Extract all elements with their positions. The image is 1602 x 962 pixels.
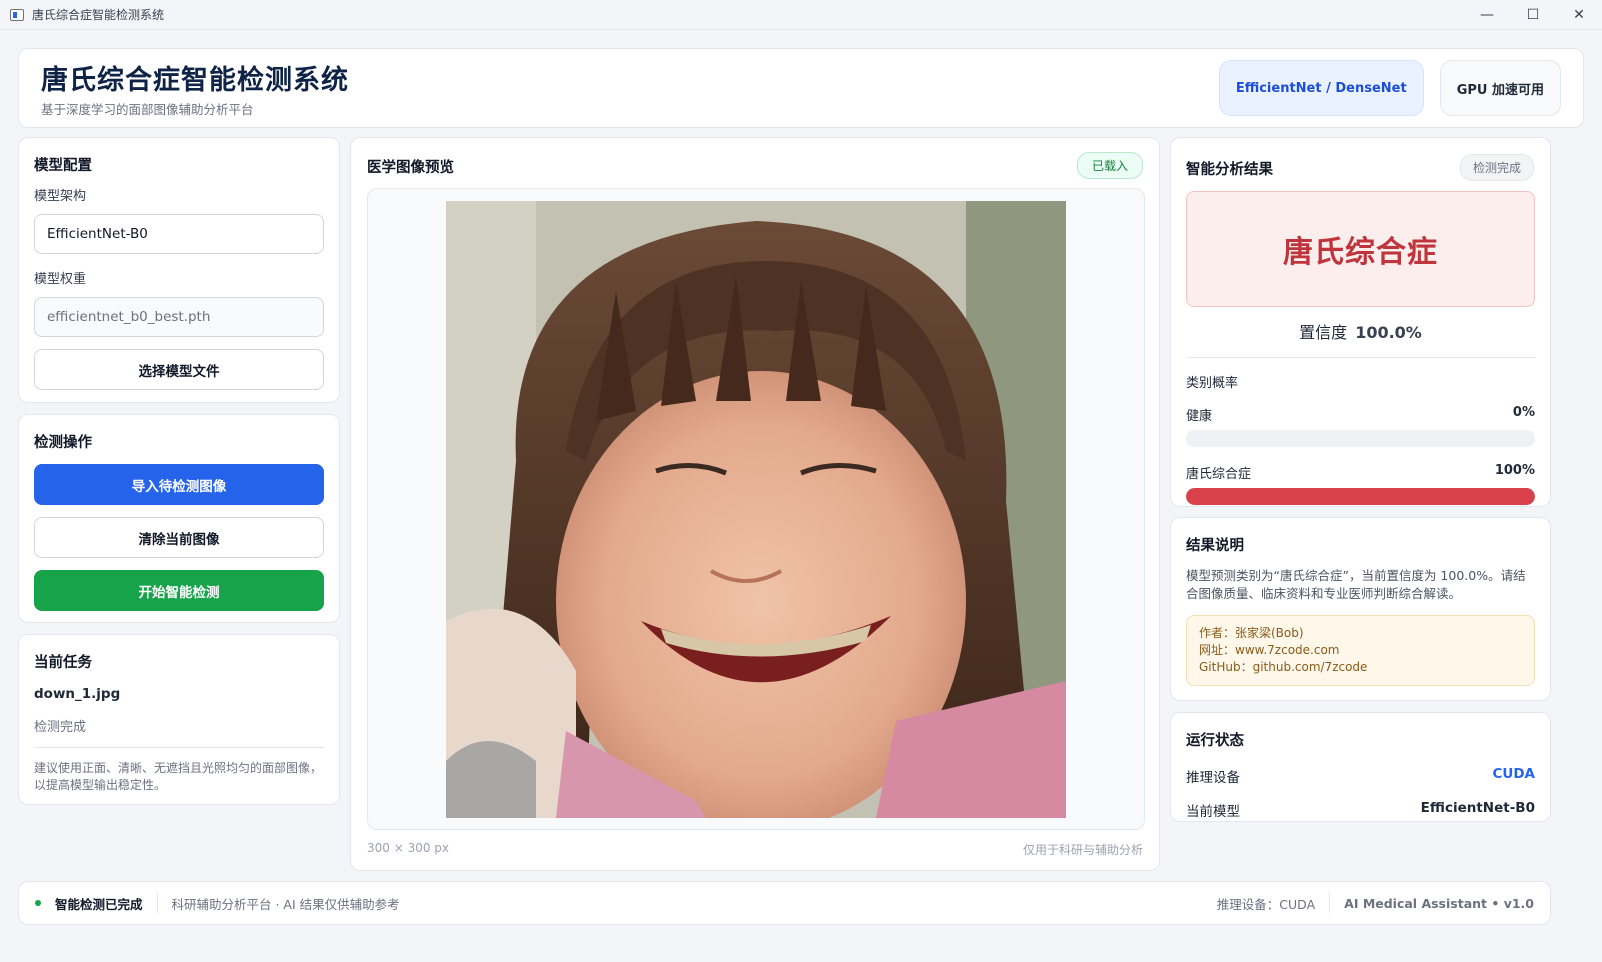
task-tip: 建议使用正面、清晰、无遮挡且光照均匀的面部图像，以提高模型输出稳定性。 (34, 761, 323, 792)
task-filename: down_1.jpg (34, 686, 121, 702)
divider (1329, 893, 1331, 913)
loaded-badge: 已载入 (1076, 152, 1143, 179)
current-task-card: 当前任务 down_1.jpg 检测完成 建议使用正面、清晰、无遮挡且光照均匀的… (18, 634, 340, 805)
weight-label: 模型权重 (34, 272, 87, 287)
class-percent: 0% (1512, 405, 1535, 420)
author-box: 作者：张家梁(Bob) 网址：www.7zcode.com GitHub：git… (1186, 615, 1535, 686)
github-link[interactable]: GitHub：github.com/7zcode (1199, 659, 1522, 676)
divider (1186, 357, 1535, 358)
preview-card: 医学图像预览 已载入 300 × 300 px 仅用于科研与辅助分析 (350, 137, 1160, 871)
image-size-text: 300 × 300 px (367, 841, 450, 855)
clear-image-button[interactable]: 清除当前图像 (34, 517, 324, 558)
status-bar: 智能检测已完成 科研辅助分析平台 · AI 结果仅供辅助参考 推理设备：CUDA… (18, 881, 1551, 925)
confidence-label: 置信度 (1299, 323, 1348, 342)
explanation-title: 结果说明 (1186, 538, 1244, 554)
model-chip: EfficientNet / DenseNet (1218, 60, 1424, 116)
image-preview-area (367, 188, 1145, 830)
face-image (446, 201, 1066, 818)
prob-title: 类别概率 (1186, 376, 1239, 391)
model-value: EfficientNet-B0 (1420, 800, 1535, 816)
disclaimer-text: 仅用于科研与辅助分析 (1022, 843, 1143, 857)
class-name: 健康 (1186, 409, 1213, 424)
weight-field[interactable]: efficientnet_b0_best.pth (34, 297, 324, 337)
author-line: 作者：张家梁(Bob) (1199, 626, 1304, 640)
model-row: 当前模型 EfficientNet-B0 (1186, 800, 1535, 820)
class-name: 唐氏综合症 (1186, 467, 1252, 482)
runtime-title: 运行状态 (1186, 733, 1244, 749)
results-card: 智能分析结果 检测完成 唐氏综合症 置信度 100.0% 类别概率 健康 0% 唐… (1170, 137, 1551, 507)
footer-device: 推理设备：CUDA (1216, 896, 1316, 912)
model-config-title: 模型配置 (34, 158, 92, 174)
confidence-value: 100.0% (1355, 323, 1422, 342)
page-subtitle: 基于深度学习的面部图像辅助分析平台 (41, 102, 254, 117)
start-detect-button[interactable]: 开始智能检测 (34, 570, 324, 611)
footer-note: 科研辅助分析平台 · AI 结果仅供辅助参考 (171, 896, 400, 912)
divider (34, 747, 324, 748)
footer-status: 智能检测已完成 (55, 896, 143, 912)
explanation-card: 结果说明 模型预测类别为“唐氏综合症”，当前置信度为 100.0%。请结合图像质… (1170, 517, 1551, 701)
page-title: 唐氏综合症智能检测系统 (41, 65, 349, 96)
minimize-icon[interactable]: — (1464, 0, 1510, 30)
prob-bar-healthy (1186, 430, 1535, 447)
detect-ops-title: 检测操作 (34, 435, 92, 451)
arch-select[interactable]: EfficientNet-B0 (34, 214, 324, 254)
select-model-button[interactable]: 选择模型文件 (34, 349, 324, 390)
close-icon[interactable]: ✕ (1556, 0, 1602, 30)
window-title: 唐氏综合症智能检测系统 (32, 8, 165, 22)
current-task-title: 当前任务 (34, 655, 92, 671)
task-status: 检测完成 (34, 720, 87, 735)
app-header: 唐氏综合症智能检测系统 基于深度学习的面部图像辅助分析平台 EfficientN… (18, 48, 1584, 128)
prob-row-down: 唐氏综合症 100% (1186, 463, 1535, 482)
model-label: 当前模型 (1186, 804, 1240, 820)
import-image-button[interactable]: 导入待检测图像 (34, 464, 324, 505)
results-status-badge: 检测完成 (1459, 154, 1534, 181)
status-dot-icon (35, 900, 41, 906)
prob-bar-fill (1186, 488, 1535, 505)
device-label: 推理设备 (1186, 770, 1240, 786)
app-icon (10, 8, 24, 21)
prob-bar-down (1186, 488, 1535, 505)
prob-row-healthy: 健康 0% (1186, 405, 1535, 424)
confidence-row: 置信度 100.0% (1186, 319, 1535, 343)
footer-version: AI Medical Assistant • v1.0 (1344, 895, 1534, 911)
gpu-chip: GPU 加速可用 (1439, 60, 1561, 116)
website-link[interactable]: 网址：www.7zcode.com (1199, 642, 1522, 659)
model-config-card: 模型配置 模型架构 EfficientNet-B0 模型权重 efficient… (18, 137, 340, 403)
detect-ops-card: 检测操作 导入待检测图像 清除当前图像 开始智能检测 (18, 414, 340, 623)
diagnosis-box: 唐氏综合症 (1186, 191, 1535, 307)
window-titlebar: 唐氏综合症智能检测系统 — ☐ ✕ (0, 0, 1602, 30)
device-row: 推理设备 CUDA (1186, 766, 1535, 786)
runtime-card: 运行状态 推理设备 CUDA 当前模型 EfficientNet-B0 (1170, 712, 1551, 822)
divider (156, 893, 158, 913)
maximize-icon[interactable]: ☐ (1510, 0, 1556, 30)
class-percent: 100% (1494, 463, 1535, 478)
preview-title: 医学图像预览 (367, 160, 454, 176)
explanation-text: 模型预测类别为“唐氏综合症”，当前置信度为 100.0%。请结合图像质量、临床资… (1186, 568, 1526, 601)
device-value: CUDA (1492, 766, 1535, 782)
arch-label: 模型架构 (34, 189, 87, 204)
